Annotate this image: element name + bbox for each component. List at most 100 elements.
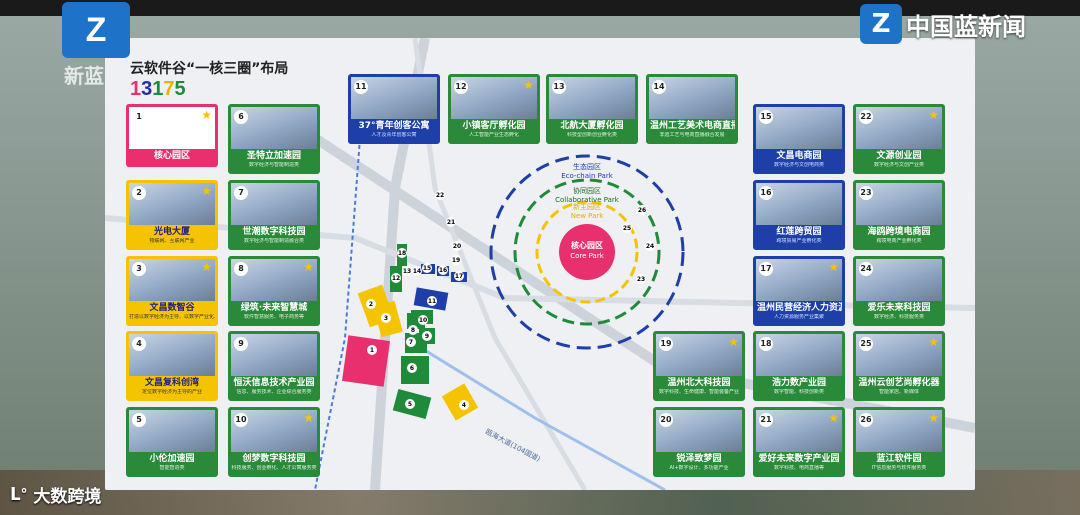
park-card-6[interactable]: 6 圣特立加速园 数字经济与智能制造类 xyxy=(228,104,320,174)
number-digit: 5 xyxy=(174,78,186,100)
park-card-7[interactable]: 7 世潮数字科技园 数字经济与智能制造融合类 xyxy=(228,180,320,250)
marker-23-label: 23 xyxy=(637,276,645,283)
park-number-badge: 19 xyxy=(659,337,673,351)
park-description: 数字智能、科技创新类 xyxy=(773,389,824,395)
park-card-14[interactable]: 14 温州工艺美术电商直播中心非遗工艺与电商直播融合发展 xyxy=(646,74,738,144)
marker-15-label: 15 xyxy=(423,265,431,272)
park-number-badge: 15 xyxy=(759,110,773,124)
park-card-22[interactable]: 22 ★ 文源创业园 数字经济与文创产业类 xyxy=(853,104,945,174)
zhejiang-logo-icon: Z xyxy=(860,4,902,44)
marker-21-label: 21 xyxy=(447,219,455,226)
park-card-24[interactable]: 24 爱乐未来科技园 数字经济、科技服务类 xyxy=(853,256,945,326)
park-name: 核心园区 xyxy=(153,151,190,161)
park-card-21[interactable]: 21 ★ 爱好未来数字产业园 数字科技、电商直播等 xyxy=(753,407,845,477)
park-name: 浩力数产业园 xyxy=(771,378,826,388)
park-photo: 23 xyxy=(856,183,942,225)
park-name: 圣特立加速园 xyxy=(246,151,301,161)
park-card-2[interactable]: 2 ★ 光电大厦 物联网、互联网产业 xyxy=(126,180,218,250)
park-name: 小镇客厅孵化园 xyxy=(462,121,526,131)
bottom-left-logo: ᒪᐤ 大数跨境 xyxy=(10,482,102,508)
park-number-badge: 12 xyxy=(454,80,468,94)
park-photo: 13 xyxy=(549,77,635,119)
park-name: 蓝江软件园 xyxy=(876,454,922,464)
eco-label-en: Eco-chain Park xyxy=(561,172,613,180)
park-number-badge: 3 xyxy=(132,262,146,276)
park-photo: 5 xyxy=(129,410,215,452)
park-description: 物联网、互联网产业 xyxy=(149,238,195,244)
marker-14-label: 14 xyxy=(413,268,421,275)
park-card-15[interactable]: 15 文昌电商园 数字经济与文创电商类 xyxy=(753,104,845,174)
marker-8-label: 8 xyxy=(411,327,415,334)
star-icon: ★ xyxy=(928,108,939,122)
park-photo: 24 xyxy=(856,259,942,301)
park-name: 文昌复科创湾 xyxy=(144,378,199,388)
marker-19-label: 19 xyxy=(452,257,460,264)
park-photo: 16 xyxy=(756,183,842,225)
marker-3-label: 3 xyxy=(384,315,388,322)
park-number-badge: 16 xyxy=(759,186,773,200)
brand-logo-letter: Z xyxy=(85,10,107,49)
park-card-11[interactable]: 11 37°青年创客公寓 人才及青年创客公寓 xyxy=(348,74,440,144)
park-photo: 11 xyxy=(351,77,437,119)
park-number-badge: 23 xyxy=(859,186,873,200)
park-photo: 7 xyxy=(231,183,317,225)
park-photo: 4 xyxy=(129,334,215,376)
park-name: 世潮数字科技园 xyxy=(242,227,306,237)
park-card-13[interactable]: 13 北航大厦孵化园 科技型创新创业孵化类 xyxy=(546,74,638,144)
park-photo: 10 ★ xyxy=(231,410,317,452)
park-photo: 2 ★ xyxy=(129,183,215,225)
park-description: 打造以数字经济为主导、以数字产业化、产业数字化为驱动的生态园 xyxy=(129,314,215,320)
park-description: 跨境贸易产业孵化类 xyxy=(776,238,822,244)
park-photo: 21 ★ xyxy=(756,410,842,452)
park-card-12[interactable]: 12 ★ 小镇客厅孵化园 人工智能产业生态孵化 xyxy=(448,74,540,144)
number-digit: 1 xyxy=(152,78,164,100)
star-icon: ★ xyxy=(828,411,839,425)
bottom-left-logo-text: 大数跨境 xyxy=(33,487,102,507)
park-card-23[interactable]: 23 海鸥跨境电商园 跨境电商产业孵化类 xyxy=(853,180,945,250)
park-card-25[interactable]: 25 ★ 温州云创艺尚孵化器 智能家居、新媒体 xyxy=(853,331,945,401)
eco-label-cn: 生态园区 xyxy=(573,162,601,171)
marker-26-label: 26 xyxy=(638,207,646,214)
park-number-badge: 22 xyxy=(859,110,873,124)
park-name: 恒沃信息技术产业园 xyxy=(233,378,315,388)
park-card-20[interactable]: 20 锐泽致梦园 AI+数字设计、多功能产业 xyxy=(653,407,745,477)
park-card-19[interactable]: 19 ★ 温州北大科技园 数字科技、生命健康、智能装备产业 xyxy=(653,331,745,401)
park-name: 锐泽致梦园 xyxy=(676,454,722,464)
park-card-1[interactable]: 1 ★ 核心园区 xyxy=(126,104,218,167)
park-description: 非遗工艺与电商直播融合发展 xyxy=(659,132,725,138)
park-card-17[interactable]: 17 ★ 温州民营经济人力资源产业园人力资源服务产业集聚 xyxy=(753,256,845,326)
park-card-5[interactable]: 5 小伦加速园 智能智造类 xyxy=(126,407,218,477)
park-name: 37°青年创客公寓 xyxy=(358,121,430,131)
park-number-badge: 11 xyxy=(354,80,368,94)
marker-4-label: 4 xyxy=(462,402,466,409)
park-photo: 18 xyxy=(756,334,842,376)
headline-number: 13175 xyxy=(130,78,186,101)
new-label-en: New Park xyxy=(571,212,605,220)
park-description: 数字科技、电商直播等 xyxy=(773,465,824,471)
park-card-4[interactable]: 4 文昌复科创湾 定位数字经济为主导的产业 xyxy=(126,331,218,401)
star-icon: ★ xyxy=(523,78,534,92)
park-card-26[interactable]: 26 ★ 蓝江软件园 IT信息服务与软件服务类 xyxy=(853,407,945,477)
park-name: 海鸥跨境电商园 xyxy=(867,227,931,237)
park-description: 智能家居、新媒体 xyxy=(878,389,919,395)
park-name: 温州云创艺尚孵化器 xyxy=(858,378,940,388)
park-description: 数字经济、科技服务类 xyxy=(873,314,924,320)
park-number-badge: 9 xyxy=(234,337,248,351)
park-card-3[interactable]: 3★文昌数智谷打造以数字经济为主导、以数字产业化、产业数字化为驱动的生态园 xyxy=(126,256,218,326)
star-icon: ★ xyxy=(303,260,314,274)
park-name: 北航大厦孵化园 xyxy=(560,121,624,131)
park-name: 文昌数智谷 xyxy=(149,303,195,313)
marker-11-label: 11 xyxy=(428,298,436,305)
park-card-18[interactable]: 18 浩力数产业园 数字智能、科技创新类 xyxy=(753,331,845,401)
marker-1-label: 1 xyxy=(370,347,374,354)
star-icon: ★ xyxy=(928,411,939,425)
park-name: 爱好未来数字产业园 xyxy=(758,454,840,464)
park-card-16[interactable]: 16 红莲跨贸园 跨境贸易产业孵化类 xyxy=(753,180,845,250)
park-card-10[interactable]: 10 ★ 创梦数字科技园 科技服务、创业孵化、人才公寓服务类 xyxy=(228,407,320,477)
park-card-8[interactable]: 8 ★ 绿筑·未来智慧城 软件智慧服务、电子商务等 xyxy=(228,256,320,326)
marker-10-label: 10 xyxy=(419,317,427,324)
park-description: 数字经济与文创电商类 xyxy=(773,162,824,168)
park-number-badge: 4 xyxy=(132,337,146,351)
park-card-9[interactable]: 9 恒沃信息技术产业园 信息、服务技术、企业综合服务类 xyxy=(228,331,320,401)
collab-label-cn: 协同园区 xyxy=(573,186,601,195)
